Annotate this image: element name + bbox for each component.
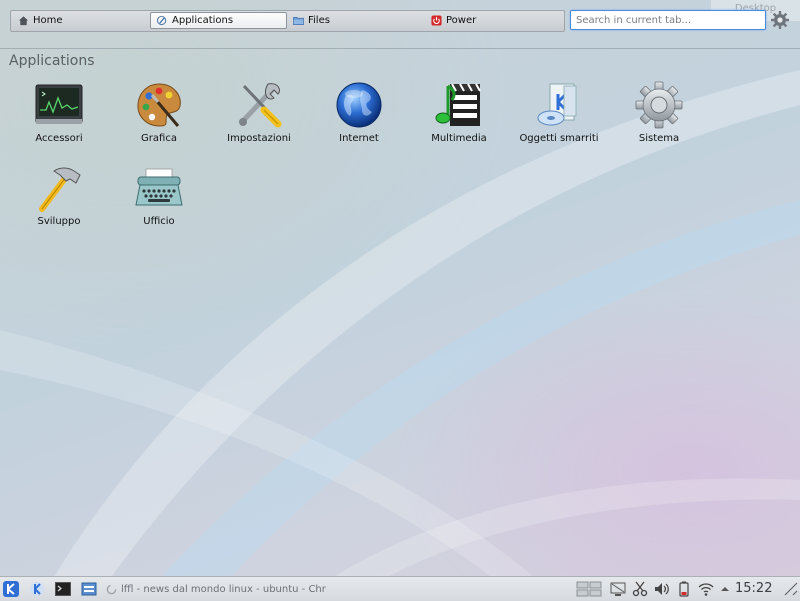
app-impostazioni[interactable]: Impostazioni (209, 80, 309, 158)
app-label: Oggetti smarriti (519, 133, 599, 144)
tab-home[interactable]: Home (12, 12, 150, 29)
tab-applications-label: Applications (172, 15, 234, 26)
app-sviluppo[interactable]: Sviluppo (9, 163, 109, 241)
app-label: Ufficio (143, 216, 175, 227)
app-ufficio[interactable]: Ufficio (109, 163, 209, 241)
globe-icon (336, 82, 382, 128)
clipboard-scissors-icon[interactable] (632, 581, 648, 597)
tray-expand-icon[interactable] (720, 581, 730, 597)
app-label: Sistema (638, 133, 680, 144)
app-internet[interactable]: Internet (309, 80, 409, 158)
launcher-header: Home Applications Files Power Desktop Se… (0, 0, 800, 49)
kde-launcher-icon[interactable] (3, 581, 19, 597)
home-icon (18, 16, 29, 26)
app-oggetti-smarriti[interactable]: Oggetti smarriti (509, 80, 609, 158)
search-input[interactable] (570, 10, 766, 30)
taskbar-panel: lffl - news dal mondo linux - ubuntu - C… (0, 576, 800, 601)
graphics-palette-icon (137, 83, 181, 127)
development-hammer-icon (39, 167, 81, 212)
app-label: Internet (339, 133, 379, 144)
app-sistema[interactable]: Sistema (609, 80, 709, 158)
taskbar-window-chrome[interactable]: lffl - news dal mondo linux - ubuntu - C… (106, 581, 326, 597)
tab-power[interactable]: Power (425, 12, 563, 29)
settings-tools-icon (239, 83, 282, 128)
power-icon (431, 15, 442, 26)
app-accessori[interactable]: Accessori (9, 80, 109, 158)
clock[interactable]: 15:22 (735, 581, 772, 596)
applications-icon (157, 15, 167, 26)
cashew-menu-icon[interactable] (783, 581, 799, 597)
app-label: Impostazioni (227, 133, 291, 144)
volume-icon[interactable] (654, 581, 670, 597)
system-gear-icon (635, 81, 683, 129)
app-multimedia[interactable]: Multimedia (409, 80, 509, 158)
launcher-settings-gear-icon[interactable] (770, 10, 790, 30)
pager-icon[interactable] (576, 581, 602, 597)
accessories-icon (35, 84, 83, 124)
office-typewriter-icon (135, 168, 183, 206)
app-label: Accessori (35, 133, 83, 144)
lost-found-icon (537, 83, 577, 126)
app-label: Grafica (141, 133, 177, 144)
display-icon[interactable] (610, 581, 626, 597)
tab-power-label: Power (446, 15, 477, 26)
file-manager-icon[interactable] (81, 581, 97, 597)
tab-home-label: Home (33, 15, 63, 26)
app-grafica[interactable]: Grafica (109, 80, 209, 158)
tab-files-label: Files (308, 15, 330, 26)
terminal-icon[interactable] (55, 581, 71, 597)
task-label: lffl - news dal mondo linux - ubuntu - C… (121, 583, 326, 595)
app-label: Sviluppo (37, 216, 81, 227)
multimedia-icon (435, 83, 481, 126)
folder-icon (293, 16, 304, 25)
app-label: Multimedia (431, 133, 487, 144)
tab-applications[interactable]: Applications (150, 12, 287, 29)
loading-icon (106, 584, 117, 594)
wifi-icon[interactable] (698, 581, 714, 597)
tab-files[interactable]: Files (287, 12, 425, 29)
kde-logo-icon[interactable] (29, 581, 45, 597)
battery-icon[interactable] (676, 581, 692, 597)
section-title: Applications (9, 53, 95, 69)
launcher-tabbar: Home Applications Files Power (10, 10, 565, 32)
